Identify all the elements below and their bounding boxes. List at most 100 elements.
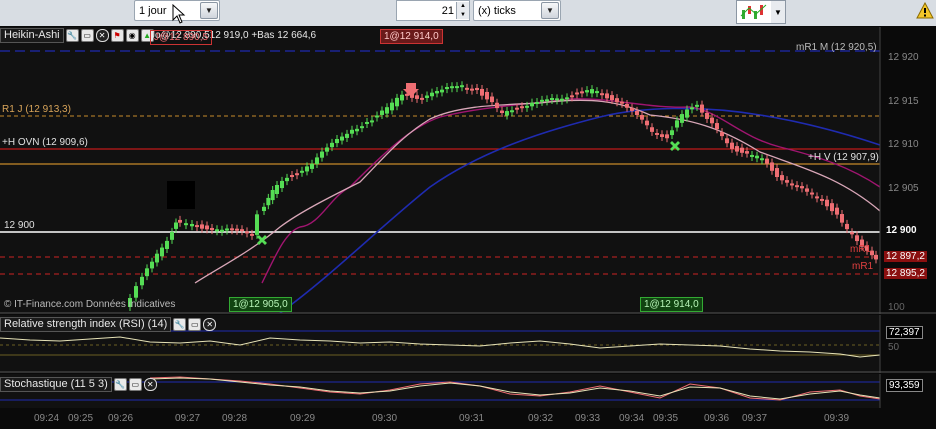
candle-bear [250, 233, 254, 236]
candle-bear [490, 96, 494, 103]
candle-bull [380, 110, 384, 115]
warning-icon[interactable] [916, 2, 934, 20]
time-axis-label: 09:30 [372, 413, 398, 424]
candle-bull [150, 261, 154, 269]
candle-bull [365, 121, 369, 124]
time-axis-label: 09:39 [824, 413, 850, 424]
candle-bear [245, 231, 249, 234]
period-select-value: 1 jour [139, 4, 167, 17]
candle-bear [575, 92, 579, 95]
time-axis-label: 09:36 [704, 413, 730, 424]
candle-bull [225, 228, 229, 231]
price-axis-bottom-label: 100 [888, 302, 905, 313]
candle-bull [590, 89, 594, 94]
candle-bull [305, 166, 309, 172]
candle-bear [240, 229, 244, 232]
candle-bull [330, 142, 334, 148]
level-mr1-a-label: mR1 [850, 244, 872, 255]
candle-bull [395, 97, 399, 107]
candle-bear [495, 102, 499, 109]
candle-bull [545, 99, 549, 102]
stepper-up-icon[interactable]: ▲ [457, 2, 469, 11]
order-badge-sell[interactable]: 1@12 914,0 [380, 29, 443, 44]
chevron-down-icon[interactable]: ▼ [771, 1, 785, 23]
candle-bear [475, 87, 479, 91]
candle-bear [700, 104, 704, 113]
candle-bull [134, 286, 138, 298]
candle-bull [310, 163, 314, 169]
candle-bear [620, 101, 624, 104]
time-axis-label: 09:31 [459, 413, 485, 424]
candle-bear [810, 192, 814, 195]
candle-bear [195, 225, 199, 228]
candle-bull [215, 229, 219, 232]
units-stepper-value: 21 [441, 4, 454, 17]
chevron-down-icon[interactable]: ▼ [200, 2, 218, 19]
candle-bull [760, 158, 764, 161]
chevron-down-icon[interactable]: ▼ [541, 2, 559, 19]
candle-bear [785, 180, 789, 183]
candle-bear [815, 196, 819, 199]
close-icon[interactable]: ✕ [143, 377, 157, 391]
candle-bull [535, 102, 539, 105]
candle-bull [530, 102, 534, 107]
candle-bull [540, 99, 544, 102]
candle-bear [790, 183, 794, 186]
price-tag: 12 895,2 [884, 268, 927, 279]
wrench-icon[interactable]: 🔧 [65, 28, 79, 42]
candle-bull [300, 170, 304, 173]
candle-bear [178, 219, 182, 223]
stepper-down-icon[interactable]: ▼ [457, 10, 469, 19]
candle-bear [500, 110, 504, 114]
candle-bull [750, 154, 754, 157]
flag-icon[interactable]: ⚑ [110, 28, 124, 42]
candle-bear [745, 151, 749, 154]
order-badge-top-left[interactable]: J@12 890,5 [150, 30, 213, 45]
order-badge-buy-left[interactable]: 1@12 905,0 [229, 297, 292, 312]
order-badge-buy-right[interactable]: 1@12 914,0 [640, 297, 703, 312]
candle-bull [595, 91, 599, 94]
candle-bear [725, 138, 729, 144]
candle-bear [235, 228, 239, 231]
candle-bull [325, 147, 329, 152]
candle-bear [874, 254, 878, 260]
candle-bull [400, 94, 404, 101]
candle-bear [765, 158, 769, 164]
candle-bull [550, 98, 554, 101]
stoch-panel-title: Stochastique (11 5 3) [0, 376, 112, 392]
candle-bull [455, 86, 459, 89]
candle-bear [800, 186, 804, 189]
candle-bull [370, 120, 374, 123]
candle-bull [390, 102, 394, 111]
candle-bull [425, 95, 429, 98]
level-mr1-m-label: mR1 M (12 920,5) [796, 42, 877, 53]
price-axis-label: 12 920 [888, 52, 919, 63]
window-icon[interactable]: ▭ [80, 28, 94, 42]
candle-bear [845, 223, 849, 230]
eye-icon[interactable]: ◉ [125, 28, 139, 42]
candle-bull [525, 105, 529, 108]
chart-type-button[interactable]: ▼ [736, 0, 786, 24]
candle-bull [430, 92, 434, 97]
candle-bull [270, 190, 275, 201]
stepper-arrows[interactable]: ▲ ▼ [456, 2, 469, 19]
level-h-ovn-label: +H OVN (12 909,6) [2, 137, 88, 148]
candle-bear [780, 175, 784, 181]
candle-bull [262, 206, 266, 212]
close-icon[interactable]: ✕ [203, 317, 217, 331]
heikin-ashi-chart[interactable] [0, 27, 936, 314]
candle-bear [290, 175, 294, 178]
candle-bear [420, 97, 424, 100]
wrench-icon[interactable]: 🔧 [173, 317, 187, 331]
candle-bull [360, 126, 364, 129]
units-stepper[interactable]: 21 ▲ ▼ [396, 0, 470, 21]
candle-bull [555, 98, 559, 101]
window-icon[interactable]: ▭ [188, 317, 202, 331]
candle-bull [145, 268, 149, 277]
close-icon[interactable]: ✕ [95, 28, 109, 42]
wrench-icon[interactable]: 🔧 [113, 377, 127, 391]
window-icon[interactable]: ▭ [128, 377, 142, 391]
units-type-select[interactable]: (x) ticks ▼ [473, 0, 561, 21]
candle-bull [275, 185, 279, 194]
candle-bear [480, 88, 484, 96]
